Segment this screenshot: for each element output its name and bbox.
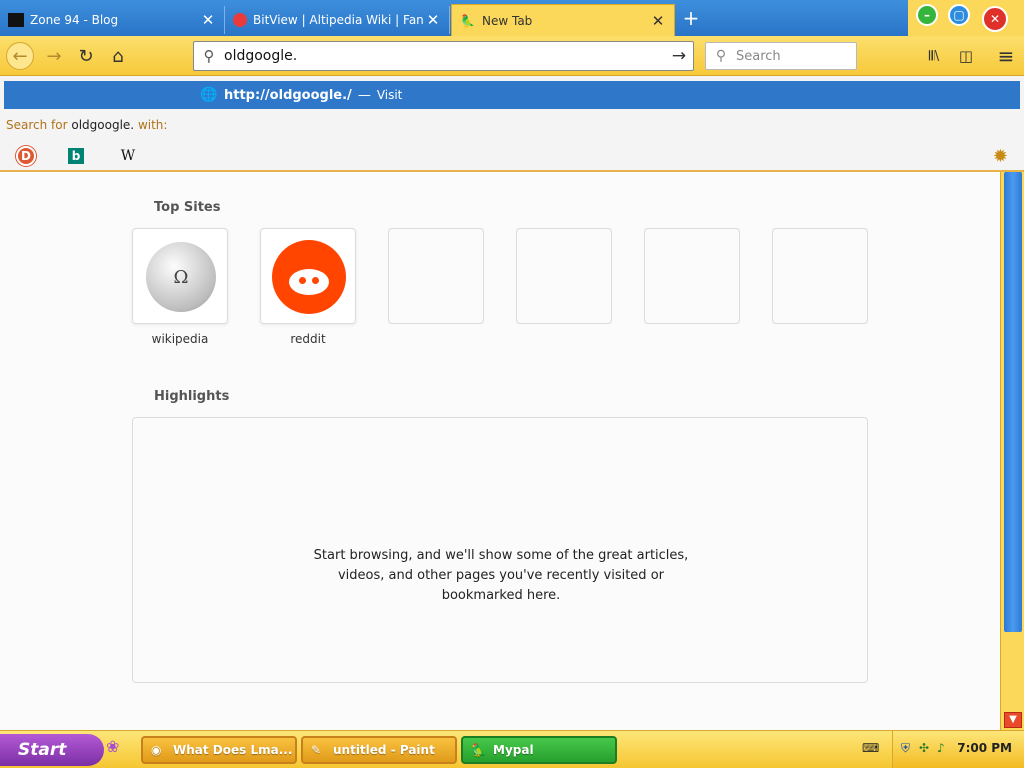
navigation-toolbar: ← → ↻ ⌂ ⚲ oldgoogle. → ⚲ Search 𝄃𝄃\ ◫ ≡ <box>0 36 1024 76</box>
one-off-search-engines: D b W ✹ <box>0 142 1024 170</box>
taskbar-item-chrome[interactable]: ◉ What Does Lma... <box>141 736 297 764</box>
top-site-tile-reddit[interactable] <box>260 228 356 324</box>
close-tab-icon[interactable]: ✕ <box>650 12 666 30</box>
close-window-button[interactable]: ✕ <box>982 6 1008 32</box>
start-button[interactable]: Start <box>0 734 104 766</box>
tab-new-tab[interactable]: 🦜 New Tab ✕ <box>451 4 675 36</box>
top-site-label: reddit <box>290 332 326 346</box>
highlights-empty-message: Start browsing, and we'll show some of t… <box>313 548 689 603</box>
top-site-tile-empty[interactable] <box>772 228 868 324</box>
highlights-panel: Start browsing, and we'll show some of t… <box>132 417 868 683</box>
tab-title: New Tab <box>482 13 533 28</box>
search-placeholder: Search <box>736 48 781 64</box>
reddit-alien-icon <box>272 240 346 314</box>
tab-bitview[interactable]: BitView | Altipedia Wiki | Fan ✕ <box>225 6 450 34</box>
top-site-tile-wikipedia[interactable]: Ω <box>132 228 228 324</box>
top-site-tile-empty[interactable] <box>644 228 740 324</box>
highlights-heading: Highlights <box>154 389 230 404</box>
top-site-tile-empty[interactable] <box>388 228 484 324</box>
go-arrow-icon[interactable]: → <box>665 46 693 66</box>
new-tab-button[interactable]: + <box>680 8 702 28</box>
back-button[interactable]: ← <box>6 42 34 70</box>
wikipedia-globe-icon: Ω <box>146 242 216 312</box>
home-button[interactable]: ⌂ <box>104 42 132 70</box>
address-bar[interactable]: ⚲ oldgoogle. → <box>193 41 694 71</box>
taskbar-item-paint[interactable]: ✎ untitled - Paint <box>301 736 457 764</box>
duckduckgo-icon[interactable]: D <box>16 146 36 166</box>
wikipedia-icon[interactable]: W <box>118 146 138 166</box>
shield-icon[interactable]: ⛨ <box>901 741 910 756</box>
network-icon[interactable]: ✣ <box>919 741 929 755</box>
search-with-label: Search for oldgoogle. with: <box>6 118 168 132</box>
tab-title: BitView | Altipedia Wiki | Fan <box>253 13 424 27</box>
volume-icon[interactable]: ♪ <box>937 741 945 755</box>
tab-zone94[interactable]: Zone 94 - Blog ✕ <box>0 6 225 34</box>
system-tray: ⛨ ✣ ♪ 7:00 PM <box>892 731 1024 768</box>
search-query: oldgoogle. <box>71 118 135 132</box>
mypal-favicon-icon: 🦜 <box>460 13 475 28</box>
url-suggestion-popup: 🌐 http://oldgoogle./ — Visit Search for … <box>0 76 1024 172</box>
top-site-label: wikipedia <box>151 332 209 346</box>
visit-label: Visit <box>376 88 403 102</box>
search-settings-gear-icon[interactable]: ✹ <box>993 146 1008 167</box>
search-box[interactable]: ⚲ Search <box>705 42 857 70</box>
search-icon: ⚲ <box>715 48 727 64</box>
menu-icon[interactable]: ≡ <box>992 42 1020 70</box>
clock[interactable]: 7:00 PM <box>957 741 1012 755</box>
minimize-button[interactable]: – <box>916 4 938 26</box>
tab-strip: Zone 94 - Blog ✕ BitView | Altipedia Wik… <box>0 0 1024 36</box>
tab-title: Zone 94 - Blog <box>30 13 119 27</box>
new-tab-page: Top Sites Ω wikipedia reddit Highlights … <box>0 172 1000 730</box>
globe-icon: 🌐 <box>200 87 218 103</box>
top-site-tile-empty[interactable] <box>516 228 612 324</box>
sidebar-icon[interactable]: ◫ <box>952 42 980 70</box>
mypal-icon: 🦜 <box>471 743 486 757</box>
taskbar-item-mypal[interactable]: 🦜 Mypal <box>461 736 617 764</box>
visit-url: http://oldgoogle./ <box>224 87 352 103</box>
scroll-down-arrow-icon[interactable]: ▼ <box>1004 712 1022 728</box>
library-icon[interactable]: 𝄃𝄃\ <box>920 42 948 70</box>
chrome-icon: ◉ <box>151 743 162 757</box>
start-decoration-icon: ❀ <box>106 737 120 756</box>
forward-button[interactable]: → <box>40 42 68 70</box>
reload-button[interactable]: ↻ <box>72 42 100 70</box>
vertical-scrollbar[interactable]: ▼ <box>1000 172 1024 730</box>
keyboard-icon[interactable]: ⌨ <box>862 741 879 755</box>
zone94-favicon-icon <box>8 13 24 27</box>
scrollbar-thumb[interactable] <box>1004 172 1022 632</box>
separator-dash: — <box>357 87 371 103</box>
window-controls: – ▢ ✕ <box>908 0 1024 36</box>
search-icon: ⚲ <box>203 47 215 65</box>
top-sites-heading: Top Sites <box>154 200 221 215</box>
taskbar: Start ❀ ◉ What Does Lma... ✎ untitled - … <box>0 730 1024 768</box>
restore-button[interactable]: ▢ <box>948 4 970 26</box>
close-tab-icon[interactable]: ✕ <box>200 11 216 29</box>
visit-suggestion-row[interactable]: 🌐 http://oldgoogle./ — Visit <box>4 81 1020 109</box>
bing-icon[interactable]: b <box>68 148 84 164</box>
bitview-favicon-icon <box>233 13 247 27</box>
close-tab-icon[interactable]: ✕ <box>425 11 441 29</box>
paint-icon: ✎ <box>311 743 322 757</box>
address-input[interactable]: oldgoogle. <box>224 48 665 64</box>
